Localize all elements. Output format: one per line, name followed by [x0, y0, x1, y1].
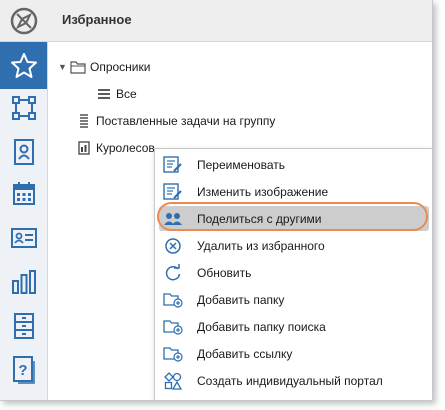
menu-item-rename[interactable]: Переименовать: [159, 152, 429, 177]
edit-image-icon: [161, 182, 185, 202]
tree-item-questionnaires[interactable]: ▼ Опросники: [58, 57, 150, 77]
menu-item-label: Переименовать: [197, 157, 285, 172]
contact-book-icon: [13, 138, 34, 165]
remove-circle-icon: [161, 236, 185, 256]
tree-item-label: Поставленные задачи на группу: [96, 114, 276, 128]
help-icon: ?: [12, 355, 35, 384]
menu-item-label: Добавить ссылку: [197, 346, 293, 361]
star-icon: [10, 52, 37, 78]
menu-item-add-search-folder[interactable]: Добавить папку поиска: [159, 314, 429, 339]
process-icon: [11, 95, 36, 120]
header-bar: Избранное: [0, 0, 432, 42]
add-link-icon: [161, 344, 185, 364]
refresh-icon: [161, 263, 185, 283]
cabinet-icon: [13, 312, 34, 339]
menu-item-label: Обновить: [197, 265, 252, 280]
sidebar-item-calendar[interactable]: [0, 170, 47, 217]
svg-text:?: ?: [18, 362, 27, 379]
menu-item-add-folder[interactable]: Добавить папку: [159, 287, 429, 312]
menu-item-create-portal[interactable]: Создать индивидуальный портал: [159, 368, 429, 393]
portal-icon: [161, 371, 185, 391]
menu-item-label: Добавить папку поиска: [197, 319, 326, 334]
menu-item-add-link[interactable]: Добавить ссылку: [159, 341, 429, 366]
tree-item-label: Все: [116, 87, 137, 101]
compass-logo-icon[interactable]: [8, 6, 40, 36]
tree-item-label: Куролесов: [96, 141, 155, 155]
sidebar-item-contacts[interactable]: [0, 128, 47, 175]
app-window: Избранное ? ▼ Опросники Все Поставленные…: [0, 0, 433, 401]
document-icon: [76, 140, 92, 156]
context-menu: Переименовать Изменить изображение Подел…: [154, 148, 432, 400]
add-search-folder-icon: [161, 317, 185, 337]
menu-item-remove-favorite[interactable]: Удалить из избранного: [159, 233, 429, 258]
folder-icon: [70, 59, 86, 75]
expand-triangle-icon[interactable]: ▼: [58, 62, 70, 72]
sidebar-item-reports[interactable]: [0, 258, 47, 305]
calendar-icon: [12, 181, 35, 205]
menu-item-share[interactable]: Поделиться с другими: [159, 206, 429, 231]
id-card-icon: [10, 227, 37, 248]
add-folder-icon: [161, 290, 185, 310]
menu-item-label: Изменить изображение: [197, 184, 329, 199]
sidebar-item-help[interactable]: ?: [0, 346, 47, 393]
tree-item-group-tasks[interactable]: Поставленные задачи на группу: [76, 111, 275, 131]
bar-chart-icon: [11, 269, 36, 294]
menu-item-label: Удалить из избранного: [197, 238, 325, 253]
share-users-icon: [161, 209, 185, 229]
list-icon: [96, 86, 112, 102]
task-list-icon: [76, 113, 92, 129]
sidebar-item-favorites[interactable]: [0, 42, 47, 89]
menu-item-refresh[interactable]: Обновить: [159, 260, 429, 285]
tree-item-all[interactable]: Все: [96, 84, 137, 104]
sidebar-item-archive[interactable]: [0, 302, 47, 349]
sidebar-item-cards[interactable]: [0, 214, 47, 261]
sidebar-item-workflow[interactable]: [0, 84, 47, 131]
tree-item-kurolesov[interactable]: Куролесов: [76, 138, 155, 158]
tree-item-label: Опросники: [90, 60, 151, 74]
menu-item-label: Добавить папку: [197, 292, 285, 307]
menu-item-edit-image[interactable]: Изменить изображение: [159, 179, 429, 204]
page-title: Избранное: [62, 12, 132, 27]
menu-item-label: Поделиться с другими: [197, 211, 322, 226]
rename-icon: [161, 155, 185, 175]
sidebar: ?: [0, 42, 48, 400]
menu-item-label: Создать индивидуальный портал: [197, 373, 383, 388]
